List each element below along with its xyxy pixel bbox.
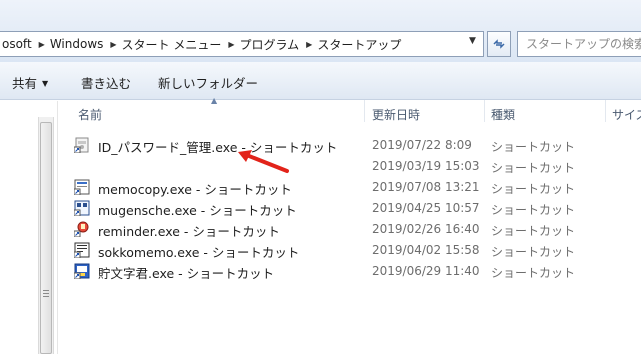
file-date: 2019/04/25 10:57 xyxy=(372,201,480,215)
scroll-grip-line xyxy=(43,296,49,297)
share-menu-button[interactable]: 共有 ▼ xyxy=(12,73,48,92)
burn-button[interactable]: 書き込む xyxy=(81,73,131,92)
scroll-grip-line xyxy=(43,293,49,294)
file-name: sokkomemo.exe - ショートカット xyxy=(98,245,300,260)
column-divider[interactable] xyxy=(484,100,485,122)
sort-ascending-icon: ▲ xyxy=(211,96,218,105)
file-row[interactable]: 2019/03/19 15:03 ショートカット xyxy=(74,155,634,175)
file-date: 2019/06/29 11:40 xyxy=(372,264,480,278)
file-row[interactable]: sokkomemo.exe - ショートカット 2019/04/02 15:58… xyxy=(74,239,634,260)
file-type: ショートカット xyxy=(491,266,576,280)
command-bar: 共有 ▼ 書き込む 新しいフォルダー xyxy=(0,62,641,100)
file-name: reminder.exe - ショートカット xyxy=(98,224,280,239)
column-divider[interactable] xyxy=(364,100,365,122)
refresh-icon xyxy=(493,39,505,49)
red-arrow-annotation xyxy=(238,150,289,173)
chevron-down-icon: ▼ xyxy=(42,79,49,88)
new-folder-button[interactable]: 新しいフォルダー xyxy=(158,73,258,92)
shortcut-file-icon xyxy=(74,200,90,216)
scroll-grip-line xyxy=(43,290,49,291)
file-date: 2019/02/26 16:40 xyxy=(372,222,480,236)
file-type: ショートカット xyxy=(491,161,576,175)
file-name: memocopy.exe - ショートカット xyxy=(98,182,292,197)
file-name: ID_パスワード_管理.exe - ショートカット xyxy=(98,140,338,155)
column-header-modified[interactable]: 更新日時 xyxy=(372,106,420,123)
share-label: 共有 xyxy=(12,76,38,91)
column-header-name[interactable]: 名前 xyxy=(78,106,102,123)
breadcrumb-item[interactable]: スタートアップ xyxy=(314,36,404,53)
address-bar-area: osoft ▶ Windows ▶ スタート メニュー ▶ プログラム ▶ スタ… xyxy=(0,0,641,62)
file-date: 2019/04/02 15:58 xyxy=(372,243,480,257)
file-row[interactable]: mugensche.exe - ショートカット 2019/04/25 10:57… xyxy=(74,197,634,218)
shortcut-file-icon xyxy=(74,263,90,279)
file-type: ショートカット xyxy=(491,224,576,238)
file-date: 2019/07/22 8:09 xyxy=(372,138,472,152)
search-input[interactable]: スタートアップの検索 xyxy=(517,31,641,57)
column-divider[interactable] xyxy=(605,100,606,122)
file-date: 2019/07/08 13:21 xyxy=(372,180,480,194)
file-type: ショートカット xyxy=(491,182,576,196)
file-type: ショートカット xyxy=(491,140,576,154)
nav-scrollbar-thumb[interactable] xyxy=(40,122,52,354)
pane-splitter[interactable] xyxy=(57,101,58,354)
chevron-right-icon[interactable]: ▶ xyxy=(302,40,314,49)
column-header-type[interactable]: 種類 xyxy=(491,106,515,123)
file-date: 2019/03/19 15:03 xyxy=(372,159,480,173)
breadcrumb-item[interactable]: スタート メニュー xyxy=(119,36,225,53)
column-header-size[interactable]: サイズ xyxy=(612,106,641,123)
chevron-right-icon[interactable]: ▶ xyxy=(35,40,47,49)
breadcrumb-item[interactable]: プログラム xyxy=(237,36,303,53)
file-row[interactable]: memocopy.exe - ショートカット 2019/07/08 13:21 … xyxy=(74,176,634,197)
chevron-right-icon[interactable]: ▶ xyxy=(106,40,118,49)
shortcut-file-icon xyxy=(74,221,89,237)
refresh-button[interactable] xyxy=(487,31,511,57)
breadcrumb-item[interactable]: osoft xyxy=(0,37,35,51)
file-name: 貯文字君.exe - ショートカット xyxy=(98,266,275,281)
chevron-down-icon[interactable]: ▼ xyxy=(469,36,476,46)
shortcut-file-icon xyxy=(74,242,90,258)
address-bar[interactable]: osoft ▶ Windows ▶ スタート メニュー ▶ プログラム ▶ スタ… xyxy=(0,31,484,57)
shortcut-file-icon xyxy=(74,179,90,195)
file-row[interactable]: 貯文字君.exe - ショートカット 2019/06/29 11:40 ショート… xyxy=(74,260,634,281)
file-type: ショートカット xyxy=(491,245,576,259)
chevron-right-icon[interactable]: ▶ xyxy=(224,40,236,49)
shortcut-file-icon xyxy=(74,137,89,153)
breadcrumb-item[interactable]: Windows xyxy=(47,37,107,51)
file-row[interactable]: reminder.exe - ショートカット 2019/02/26 16:40 … xyxy=(74,218,634,239)
file-row[interactable]: ID_パスワード_管理.exe - ショートカット 2019/07/22 8:0… xyxy=(74,134,634,155)
file-name: mugensche.exe - ショートカット xyxy=(98,203,297,218)
file-type: ショートカット xyxy=(491,203,576,217)
